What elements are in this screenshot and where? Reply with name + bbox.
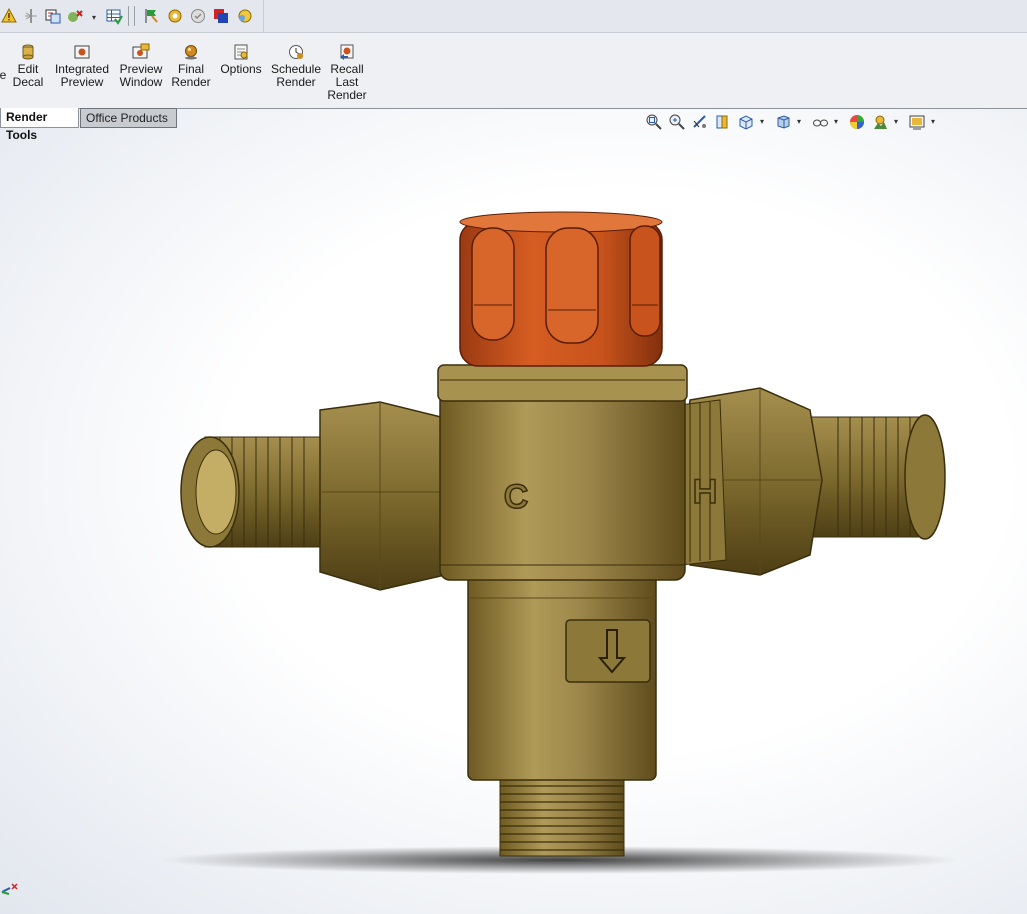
recall-last-render-button[interactable]: Recall Last Render (327, 43, 367, 102)
check-circle-icon[interactable] (189, 7, 207, 25)
final-render-label-2: Render (171, 75, 211, 89)
axis-triad-icon (1, 883, 18, 895)
flag-icon[interactable] (143, 7, 161, 25)
edit-decal-button[interactable]: Edit Decal (10, 43, 46, 89)
check-mate-icon[interactable] (66, 7, 84, 25)
component-table-icon[interactable] (44, 7, 62, 25)
schedule-render-button[interactable]: Schedule Render (270, 43, 322, 89)
cut-off-label: e (0, 69, 7, 82)
preview-window-button[interactable]: Preview Window (117, 43, 165, 89)
cut-off-command[interactable]: e (0, 69, 7, 82)
command-manager-ribbon: e Edit Decal Integrated Preview Preview … (0, 33, 1027, 109)
final-render-icon (185, 45, 197, 60)
appearance-icon[interactable] (166, 7, 184, 25)
table-icon[interactable] (105, 7, 123, 25)
thermostatic-mixing-valve-model[interactable]: C H (0, 109, 1027, 914)
integrated-preview-label-2: Preview (60, 75, 104, 89)
temperature-adjustment-knob (459, 211, 663, 367)
toolbar-separator (128, 6, 129, 26)
dropdown-arrow-icon[interactable]: ▾ (92, 13, 96, 22)
recall-last-render-label-3: Render (327, 88, 367, 102)
scene-icon[interactable] (235, 7, 253, 25)
final-render-button[interactable]: Final Render (171, 43, 211, 89)
split-icon[interactable] (22, 7, 40, 25)
preview-window-label-2: Window (119, 75, 163, 89)
edit-decal-label-2: Decal (12, 75, 44, 89)
valve-body: C H (437, 364, 718, 581)
cold-marking: C (504, 478, 529, 516)
toolbar-separator (134, 6, 135, 26)
quick-access-toolbar: ▾ (0, 0, 1027, 33)
schedule-render-label-2: Render (276, 75, 316, 89)
lower-body (467, 574, 657, 781)
integrated-preview-button[interactable]: Integrated Preview (53, 43, 111, 89)
toolbar-divider (263, 0, 264, 32)
warning-icon[interactable] (0, 7, 18, 25)
decal-icon (22, 44, 34, 60)
options-label-1: Options (220, 62, 262, 76)
bottom-threaded-outlet (499, 777, 625, 857)
options-button[interactable]: Options (218, 43, 264, 76)
preview-window-icon (132, 43, 150, 59)
schedule-render-icon (289, 45, 303, 59)
options-icon (234, 44, 248, 60)
color-square-icon[interactable] (212, 7, 230, 25)
integrated-preview-icon (74, 45, 90, 59)
recall-last-render-icon (340, 44, 354, 60)
hot-inlet-fitting (679, 387, 946, 576)
hot-marking: H (693, 473, 718, 511)
